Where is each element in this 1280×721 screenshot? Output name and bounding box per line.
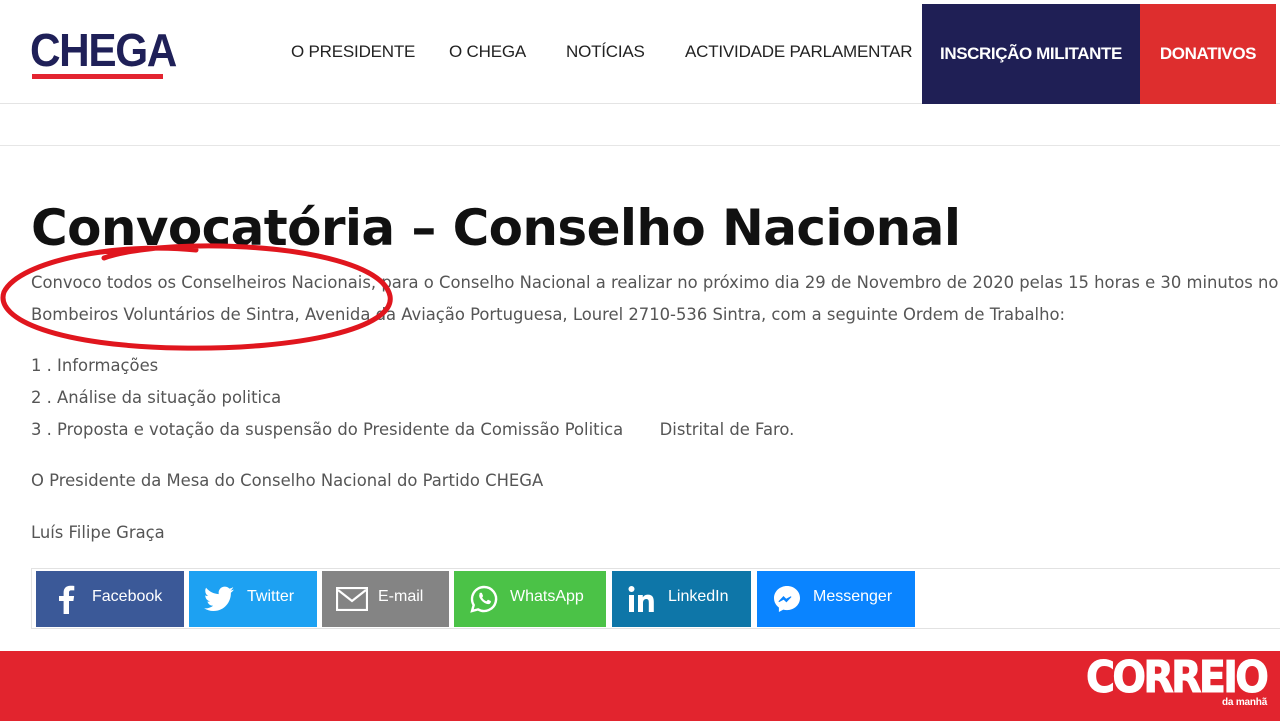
logo-subtext: da manhã xyxy=(1222,697,1268,708)
envelope-icon xyxy=(336,583,368,615)
agenda-list: 1 . Informações 2 . Análise da situação … xyxy=(31,350,794,446)
whatsapp-icon xyxy=(468,583,500,615)
share-bar: Facebook Twitter E-mail WhatsApp LinkedI… xyxy=(31,568,1280,629)
share-facebook-button[interactable]: Facebook xyxy=(36,571,184,627)
messenger-icon xyxy=(771,583,803,615)
article-paragraph: Convoco todos os Conselheiros Nacionais,… xyxy=(31,267,1280,331)
share-messenger-button[interactable]: Messenger xyxy=(757,571,915,627)
logo-underline xyxy=(32,74,163,79)
nav-item-actividade-parlamentar[interactable]: ACTIVIDADE PARLAMENTAR xyxy=(685,42,913,62)
paragraph-line-1: Convoco todos os Conselheiros Nacionais,… xyxy=(31,273,1280,292)
nav-item-o-chega[interactable]: O CHEGA xyxy=(449,42,526,62)
agenda-item: 3 . Proposta e votação da suspensão do P… xyxy=(31,420,795,439)
share-label: Twitter xyxy=(247,588,295,605)
divider xyxy=(0,145,1280,146)
share-label: Facebook xyxy=(92,588,163,605)
share-label: LinkedIn xyxy=(668,588,729,605)
agenda-item: 2 . Análise da situação politica xyxy=(31,388,282,407)
share-label: Messenger xyxy=(813,588,893,605)
share-linkedin-button[interactable]: LinkedIn xyxy=(612,571,751,627)
share-twitter-button[interactable]: Twitter xyxy=(189,571,317,627)
facebook-icon xyxy=(50,583,82,615)
share-whatsapp-button[interactable]: WhatsApp xyxy=(454,571,606,627)
paragraph-line-2: Bombeiros Voluntários de Sintra, Avenida… xyxy=(31,305,1066,324)
chega-logo[interactable]: CHEGA xyxy=(30,26,177,82)
signature-role: O Presidente da Mesa do Conselho Naciona… xyxy=(31,471,544,490)
agenda-item: 1 . Informações xyxy=(31,356,159,375)
logo-text: CORREIO xyxy=(1086,652,1270,703)
donativos-button[interactable]: DONATIVOS xyxy=(1140,4,1276,104)
share-label: E-mail xyxy=(378,588,424,605)
nav-item-o-presidente[interactable]: O PRESIDENTE xyxy=(291,42,415,62)
page-title: Convocatória – Conselho Nacional xyxy=(31,199,961,257)
share-email-button[interactable]: E-mail xyxy=(322,571,449,627)
share-label: WhatsApp xyxy=(510,588,584,605)
logo-text: CHEGA xyxy=(30,24,177,76)
site-header: CHEGA O PRESIDENTE O CHEGA NOTÍCIAS ACTI… xyxy=(0,0,1280,104)
twitter-icon xyxy=(203,583,235,615)
correio-da-manha-logo: CORREIO da manhã xyxy=(1084,652,1274,715)
nav-item-noticias[interactable]: NOTÍCIAS xyxy=(566,42,645,62)
signature-name: Luís Filipe Graça xyxy=(31,523,165,542)
inscricao-militante-button[interactable]: INSCRIÇÃO MILITANTE xyxy=(922,4,1140,104)
linkedin-icon xyxy=(626,583,658,615)
